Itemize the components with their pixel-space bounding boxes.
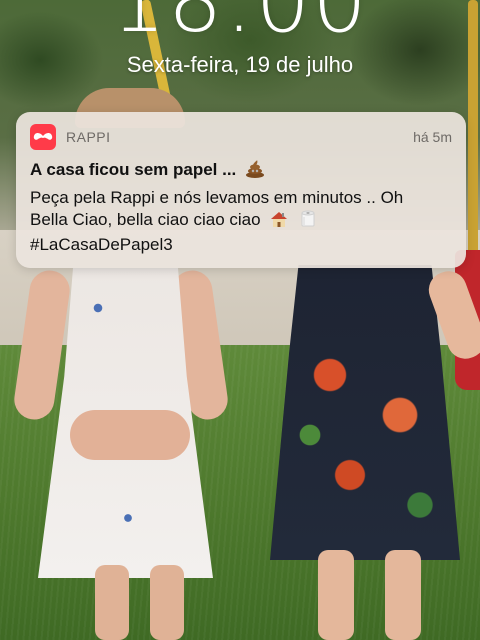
toilet-paper-emoji-icon <box>298 210 318 234</box>
lockscreen-wallpaper <box>0 0 480 640</box>
notification-body-line: Peça pela Rappi e nós levamos em minutos… <box>30 188 404 207</box>
notification-title: A casa ficou sem papel ... <box>30 160 452 183</box>
lockscreen-date: Sexta-feira, 19 de julho <box>126 52 354 77</box>
child-left-leg <box>95 565 129 640</box>
lockscreen-clock: 18:00 <box>111 0 369 52</box>
notification-title-text: A casa ficou sem papel ... <box>30 160 237 179</box>
house-emoji-icon <box>269 210 289 234</box>
child-left-hands <box>70 410 190 460</box>
notification-body-line: Bella Ciao, bella ciao ciao ciao <box>30 209 455 234</box>
child-right-dress <box>270 265 460 560</box>
rappi-mustache-icon <box>30 124 56 150</box>
notification-app-name: RAPPI <box>66 129 111 145</box>
push-notification[interactable]: RAPPI há 5m A casa ficou sem papel ... P… <box>16 112 466 268</box>
notification-body: Peça pela Rappi e nós levamos em minutos… <box>30 187 455 256</box>
notification-hashtag: #LaCasaDePapel3 <box>30 235 173 254</box>
notification-header: RAPPI há 5m <box>30 124 452 150</box>
poop-emoji-icon <box>245 160 265 183</box>
notification-body-text: Bella Ciao, bella ciao ciao ciao <box>30 210 261 229</box>
child-right-leg <box>385 550 421 640</box>
child-left-leg <box>150 565 184 640</box>
child-right-leg <box>318 550 354 640</box>
notification-time: há 5m <box>413 129 452 145</box>
